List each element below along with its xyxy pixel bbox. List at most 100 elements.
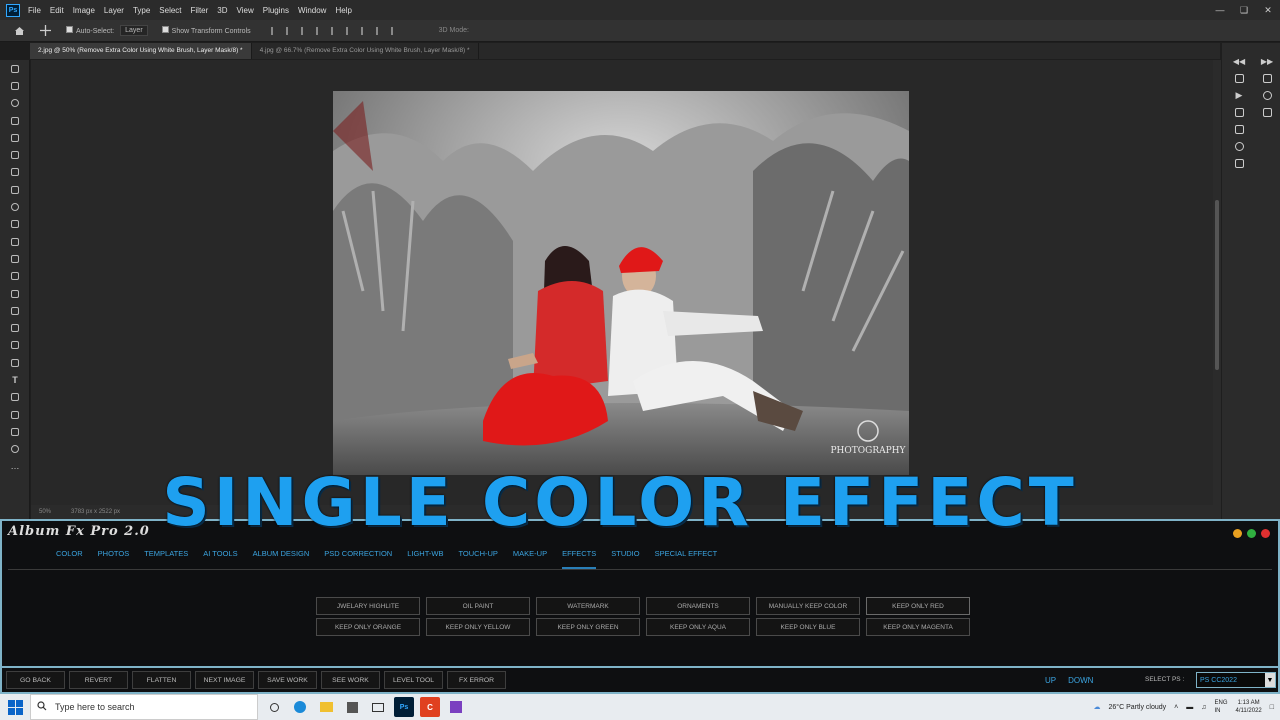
menu-layer[interactable]: Layer [104, 6, 124, 15]
clock[interactable]: 1:13 AM 4/11/2022 [1236, 699, 1262, 715]
app-purple-icon[interactable] [446, 697, 466, 717]
file-explorer-icon[interactable] [316, 697, 336, 717]
people-icon[interactable] [1233, 157, 1245, 170]
keep-only-green-button[interactable]: KEEP ONLY GREEN [536, 618, 640, 636]
keep-only-yellow-button[interactable]: KEEP ONLY YELLOW [426, 618, 530, 636]
start-button[interactable] [0, 694, 30, 720]
crop-icon[interactable] [0, 129, 30, 146]
nav-album-design[interactable]: ALBUM DESIGN [253, 549, 310, 569]
path-select-icon[interactable] [0, 389, 30, 406]
up-button[interactable]: UP [1045, 676, 1056, 685]
menu-view[interactable]: View [237, 6, 254, 15]
level-tool-button[interactable]: LEVEL TOOL [384, 671, 443, 689]
tab-doc-1[interactable]: 2.jpg @ 50% (Remove Extra Color Using Wh… [30, 43, 252, 59]
auto-select-checkbox[interactable]: Auto-Select: [66, 26, 114, 35]
info-icon[interactable] [1233, 140, 1245, 153]
nav-ai-tools[interactable]: AI TOOLS [203, 549, 237, 569]
watermark-button[interactable]: WATERMARK [536, 597, 640, 615]
edge-icon[interactable] [290, 697, 310, 717]
move-tool-icon[interactable] [38, 24, 52, 38]
task-view-icon[interactable] [264, 697, 284, 717]
scissors-icon[interactable] [0, 216, 30, 233]
nav-effects[interactable]: EFFECTS [562, 549, 597, 569]
next-image-button[interactable]: NEXT IMAGE [195, 671, 254, 689]
brush-icon[interactable] [0, 181, 30, 198]
weather-text[interactable]: 26°C Partly cloudy [1108, 704, 1166, 711]
play-icon[interactable]: ▶ [1233, 89, 1245, 102]
nav-light-wb[interactable]: LIGHT-WB [407, 549, 443, 569]
volume-icon[interactable]: ♫ [1201, 704, 1206, 711]
expand-icon[interactable]: ▶▶ [1261, 55, 1273, 68]
nav-psd-correction[interactable]: PSD CORRECTION [324, 549, 392, 569]
menu-type[interactable]: Type [133, 6, 150, 15]
canvas-area[interactable]: PHOTOGRAPHY [31, 60, 1213, 505]
ps-version-select[interactable]: PS CC2022 ▼ [1196, 672, 1276, 688]
menu-3d[interactable]: 3D [217, 6, 227, 15]
zoom-icon[interactable] [0, 441, 30, 458]
chevron-up-icon[interactable]: ˄ [1174, 704, 1178, 711]
pencil-icon[interactable] [0, 233, 30, 250]
language-indicator[interactable]: ENG IN [1215, 699, 1228, 715]
properties-icon[interactable] [1233, 106, 1245, 119]
home-icon[interactable] [12, 24, 26, 38]
keep-only-aqua-button[interactable]: KEEP ONLY AQUA [646, 618, 750, 636]
go-back-button[interactable]: GO BACK [6, 671, 65, 689]
type-icon[interactable]: T [0, 371, 30, 388]
ellipse-icon[interactable] [0, 198, 30, 215]
stamp-icon[interactable] [0, 250, 30, 267]
pen-icon[interactable] [0, 354, 30, 371]
close-icon[interactable]: ✕ [1256, 0, 1280, 20]
network-icon[interactable]: ▬ [1186, 704, 1193, 711]
menu-window[interactable]: Window [298, 6, 326, 15]
fx-error-button[interactable]: FX ERROR [447, 671, 506, 689]
photoshop-taskbar-icon[interactable]: Ps [394, 697, 414, 717]
restore-icon[interactable]: ❑ [1232, 0, 1256, 20]
lasso-icon[interactable] [0, 95, 30, 112]
vertical-scrollbar[interactable] [1213, 60, 1221, 505]
menu-edit[interactable]: Edit [50, 6, 64, 15]
menu-filter[interactable]: Filter [191, 6, 209, 15]
adjust-icon[interactable] [1233, 123, 1245, 136]
move-icon[interactable] [0, 60, 30, 77]
keep-only-orange-button[interactable]: KEEP ONLY ORANGE [316, 618, 420, 636]
scroll-thumb[interactable] [1215, 200, 1219, 370]
tab-doc-2[interactable]: 4.jpg @ 66.7% (Remove Extra Color Using … [252, 43, 479, 59]
mail-icon[interactable] [368, 697, 388, 717]
see-work-button[interactable]: SEE WORK [321, 671, 380, 689]
ornaments-button[interactable]: ORNAMENTS [646, 597, 750, 615]
eyedropper-icon[interactable] [0, 146, 30, 163]
jwelary-highlite-button[interactable]: JWELARY HIGHLITE [316, 597, 420, 615]
nav-make-up[interactable]: MAKE-UP [513, 549, 547, 569]
manually-keep-color-button[interactable]: MANUALLY KEEP COLOR [756, 597, 860, 615]
nav-studio[interactable]: STUDIO [611, 549, 639, 569]
keep-only-red-button[interactable]: KEEP ONLY RED [866, 597, 970, 615]
history-brush-icon[interactable] [0, 268, 30, 285]
document-photo[interactable]: PHOTOGRAPHY [333, 91, 909, 475]
notification-icon[interactable]: □ [1270, 704, 1274, 711]
keep-only-blue-button[interactable]: KEEP ONLY BLUE [756, 618, 860, 636]
oil-paint-button[interactable]: OIL PAINT [426, 597, 530, 615]
nav-templates[interactable]: TEMPLATES [144, 549, 188, 569]
nav-color[interactable]: COLOR [56, 549, 83, 569]
collapse-icon[interactable]: ◀◀ [1233, 55, 1245, 68]
app-red-icon[interactable]: C [420, 697, 440, 717]
photoshop-logo-icon[interactable]: Ps [6, 3, 20, 17]
quick-select-icon[interactable] [0, 112, 30, 129]
layer-select[interactable]: Layer [120, 25, 148, 36]
healing-icon[interactable] [0, 164, 30, 181]
paths-icon[interactable] [1261, 106, 1273, 119]
flatten-button[interactable]: FLATTEN [132, 671, 191, 689]
chevron-down-icon[interactable]: ▼ [1265, 673, 1275, 687]
menu-help[interactable]: Help [335, 6, 351, 15]
gradient-icon[interactable] [0, 302, 30, 319]
maximize-dot-icon[interactable] [1247, 529, 1256, 538]
menu-image[interactable]: Image [73, 6, 95, 15]
taskbar-search[interactable]: Type here to search [30, 694, 258, 720]
show-transform-checkbox[interactable]: Show Transform Controls [161, 26, 251, 35]
nav-photos[interactable]: PHOTOS [98, 549, 130, 569]
menu-file[interactable]: File [28, 6, 41, 15]
revert-button[interactable]: REVERT [69, 671, 128, 689]
menu-plugins[interactable]: Plugins [263, 6, 289, 15]
history-icon[interactable] [1233, 72, 1245, 85]
keep-only-magenta-button[interactable]: KEEP ONLY MAGENTA [866, 618, 970, 636]
